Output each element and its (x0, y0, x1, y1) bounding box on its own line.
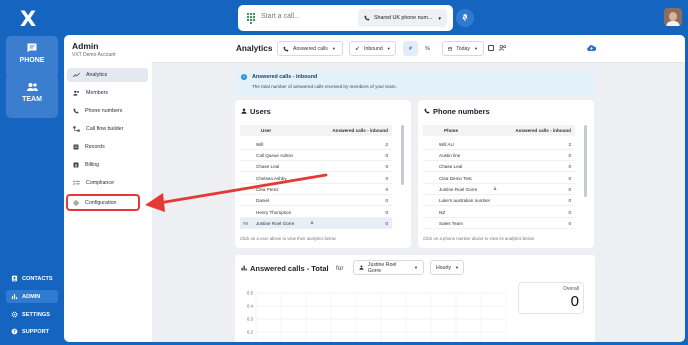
annotation-arrow (145, 173, 328, 212)
